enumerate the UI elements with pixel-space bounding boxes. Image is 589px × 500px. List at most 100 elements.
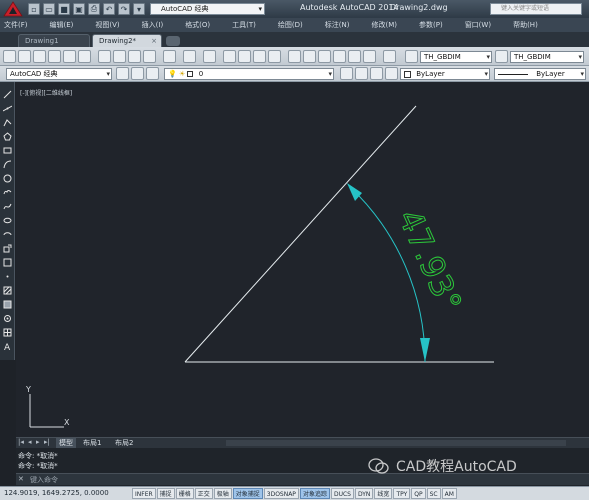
menu-draw[interactable]: 绘图(D) [278, 20, 303, 30]
toggle-infer[interactable]: INFER [132, 488, 156, 499]
menu-modify[interactable]: 修改(M) [371, 20, 397, 30]
color-select[interactable]: ByLayer ▾ [400, 68, 490, 80]
layer-properties-icon[interactable] [131, 67, 144, 80]
help-icon[interactable] [383, 50, 396, 63]
sheet-set-icon[interactable] [333, 50, 346, 63]
copy-icon[interactable] [113, 50, 126, 63]
toggle-grid[interactable]: 栅格 [175, 488, 194, 499]
hatch-tool-icon[interactable] [3, 286, 12, 295]
point-tool-icon[interactable] [3, 272, 12, 281]
close-icon[interactable]: × [151, 35, 157, 47]
toggle-3dosnap[interactable]: 3DOSNAP [263, 488, 299, 499]
multiline-text-tool-icon[interactable]: A [3, 342, 12, 351]
undo-icon[interactable] [183, 50, 196, 63]
close-icon[interactable]: ✕ [18, 475, 24, 483]
prev-layout-icon[interactable]: ◂ [28, 438, 32, 446]
ellipse-tool-icon[interactable] [3, 216, 12, 225]
new-file-icon[interactable] [3, 50, 16, 63]
toggle-polar[interactable]: 极轴 [213, 488, 232, 499]
tab-layout2[interactable]: 布局2 [112, 438, 136, 448]
menu-tools[interactable]: 工具(T) [232, 20, 256, 30]
print-icon[interactable] [48, 50, 61, 63]
tab-drawing2[interactable]: Drawing2* × [92, 34, 162, 47]
rectangle-tool-icon[interactable] [3, 146, 12, 155]
toggle-am[interactable]: AM [441, 488, 457, 499]
toggle-otrack[interactable]: 对象追踪 [299, 488, 330, 499]
block-editor-icon[interactable] [163, 50, 176, 63]
drawing-canvas[interactable]: [-][俯视][二维线框] 47.93° Y X [16, 82, 589, 437]
menu-file[interactable]: 文件(F) [4, 20, 28, 30]
menu-format[interactable]: 格式(O) [185, 20, 210, 30]
command-input[interactable]: 键入命令 [30, 475, 58, 485]
toggle-ortho[interactable]: 正交 [194, 488, 213, 499]
menu-insert[interactable]: 插入(I) [142, 20, 164, 30]
publish-icon[interactable] [78, 50, 91, 63]
arc-tool-icon[interactable] [3, 160, 12, 169]
menu-help[interactable]: 帮助(H) [513, 20, 538, 30]
workspace-select[interactable]: AutoCAD 经典 ▾ [150, 3, 265, 15]
pan-icon[interactable] [223, 50, 236, 63]
new-tab-button[interactable] [166, 36, 180, 46]
toggle-qp[interactable]: QP [411, 488, 426, 499]
make-block-tool-icon[interactable] [3, 258, 12, 267]
cut-icon[interactable] [98, 50, 111, 63]
region-tool-icon[interactable] [3, 314, 12, 323]
more-icon[interactable]: ▾ [133, 3, 145, 15]
horizontal-scrollbar[interactable] [226, 440, 566, 446]
menu-parametric[interactable]: 参数(P) [419, 20, 443, 30]
circle-tool-icon[interactable] [3, 174, 12, 183]
construction-line-tool-icon[interactable] [3, 104, 12, 113]
linetype-select[interactable]: ByLayer ▾ [494, 68, 586, 80]
polyline-tool-icon[interactable] [3, 118, 12, 127]
revision-cloud-tool-icon[interactable] [3, 188, 12, 197]
toggle-ducs[interactable]: DUCS [330, 488, 354, 499]
polygon-tool-icon[interactable] [3, 132, 12, 141]
open-file-icon[interactable]: ▭ [43, 3, 55, 15]
tab-model[interactable]: 模型 [56, 438, 76, 448]
open-file-icon[interactable] [18, 50, 31, 63]
toggle-dyn[interactable]: DYN [354, 488, 374, 499]
color-control-icon[interactable] [385, 67, 398, 80]
ellipse-arc-tool-icon[interactable] [3, 230, 12, 239]
toggle-sc[interactable]: SC [426, 488, 441, 499]
autocad-logo-icon[interactable] [2, 1, 24, 17]
angle-line-upper[interactable] [184, 105, 417, 363]
table-tool-icon[interactable] [3, 328, 12, 337]
spline-tool-icon[interactable] [3, 202, 12, 211]
menu-view[interactable]: 视图(V) [95, 20, 119, 30]
design-center-icon[interactable] [303, 50, 316, 63]
save-as-icon[interactable]: ▣ [73, 3, 85, 15]
workspace-toolbar-select[interactable]: AutoCAD 经典 ▾ [6, 68, 112, 80]
toggle-osnap[interactable]: 对象捕捉 [232, 488, 263, 499]
insert-block-tool-icon[interactable] [3, 244, 12, 253]
search-input[interactable]: 键入关键字或短语 [490, 3, 582, 15]
first-layout-icon[interactable]: |◂ [18, 438, 24, 446]
menu-window[interactable]: 窗口(W) [465, 20, 491, 30]
match-properties-icon[interactable] [143, 50, 156, 63]
properties-icon[interactable] [288, 50, 301, 63]
new-file-icon[interactable]: ▫ [28, 3, 40, 15]
dimension-style-select[interactable]: TH_GBDIM ▾ [510, 51, 584, 63]
paste-icon[interactable] [128, 50, 141, 63]
zoom-window-icon[interactable] [253, 50, 266, 63]
save-icon[interactable] [33, 50, 46, 63]
print-icon[interactable]: ⎙ [88, 3, 100, 15]
tab-layout1[interactable]: 布局1 [80, 438, 104, 448]
toggle-snap[interactable]: 捕捉 [156, 488, 175, 499]
calculator-icon[interactable] [363, 50, 376, 63]
make-current-layer-icon[interactable] [340, 67, 353, 80]
menu-dimension[interactable]: 标注(N) [325, 20, 350, 30]
print-preview-icon[interactable] [63, 50, 76, 63]
zoom-realtime-icon[interactable] [238, 50, 251, 63]
line-tool-icon[interactable] [3, 90, 12, 99]
layer-select[interactable]: 💡 ☀ 0 ▾ [164, 68, 334, 80]
markup-icon[interactable] [348, 50, 361, 63]
layer-state-icon[interactable] [146, 67, 159, 80]
zoom-previous-icon[interactable] [268, 50, 281, 63]
toggle-lineweight[interactable]: 线宽 [374, 488, 393, 499]
tool-palettes-icon[interactable] [318, 50, 331, 63]
layer-previous-icon[interactable] [355, 67, 368, 80]
dimension-style-icon[interactable] [495, 50, 508, 63]
next-layout-icon[interactable]: ▸ [36, 438, 40, 446]
workspace-settings-icon[interactable] [116, 67, 129, 80]
